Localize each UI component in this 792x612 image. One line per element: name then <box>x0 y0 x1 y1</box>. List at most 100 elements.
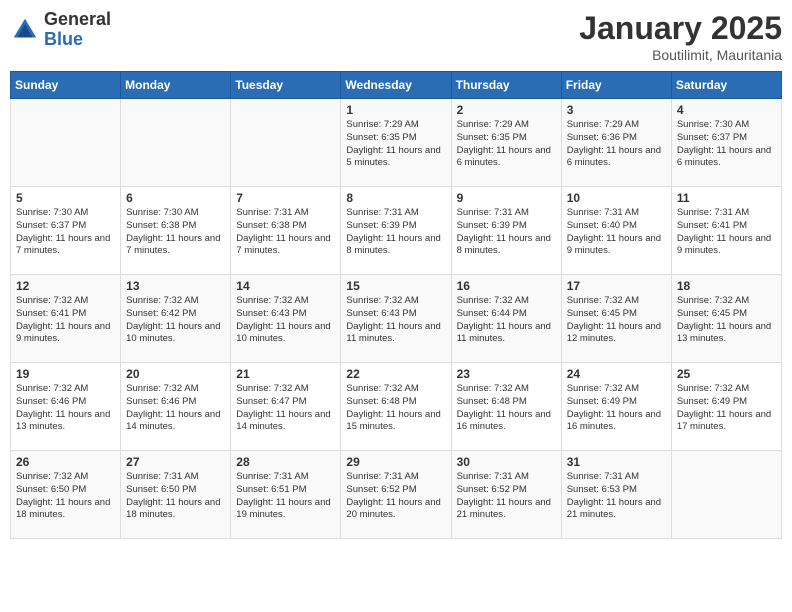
day-info: Sunrise: 7:32 AMSunset: 6:49 PMDaylight:… <box>677 383 776 434</box>
day-number: 25 <box>677 367 776 381</box>
day-cell: 3 Sunrise: 7:29 AMSunset: 6:36 PMDaylight… <box>561 99 671 187</box>
weekday-header-tuesday: Tuesday <box>231 72 341 99</box>
title-area: January 2025 Boutilimit, Mauritania <box>579 10 782 63</box>
day-info: Sunrise: 7:31 AMSunset: 6:50 PMDaylight:… <box>126 471 225 522</box>
day-cell: 27Sunrise: 7:31 AMSunset: 6:50 PMDayligh… <box>121 451 231 539</box>
day-number: 31 <box>567 455 666 469</box>
day-info: Sunrise: 7:30 AMSunset: 6:37 PMDaylight:… <box>16 207 115 258</box>
day-cell <box>671 451 781 539</box>
day-cell: 5 Sunrise: 7:30 AMSunset: 6:37 PMDaylight… <box>11 187 121 275</box>
weekday-header-monday: Monday <box>121 72 231 99</box>
day-number: 10 <box>567 191 666 205</box>
day-cell: 25 Sunrise: 7:32 AMSunset: 6:49 PMDayligh… <box>671 363 781 451</box>
day-cell <box>11 99 121 187</box>
day-info: Sunrise: 7:32 AMSunset: 6:43 PMDaylight:… <box>236 295 335 346</box>
day-cell: 13 Sunrise: 7:32 AMSunset: 6:42 PMDayligh… <box>121 275 231 363</box>
day-info: Sunrise: 7:32 AMSunset: 6:46 PMDaylight:… <box>16 383 115 434</box>
day-info: Sunrise: 7:32 AMSunset: 6:42 PMDaylight:… <box>126 295 225 346</box>
day-info: Sunrise: 7:32 AMSunset: 6:46 PMDaylight:… <box>126 383 225 434</box>
day-number: 17 <box>567 279 666 293</box>
day-cell: 14 Sunrise: 7:32 AMSunset: 6:43 PMDayligh… <box>231 275 341 363</box>
day-cell: 31Sunrise: 7:31 AMSunset: 6:53 PMDayligh… <box>561 451 671 539</box>
week-row-3: 12 Sunrise: 7:32 AMSunset: 6:41 PMDayligh… <box>11 275 782 363</box>
day-cell: 7Sunrise: 7:31 AMSunset: 6:38 PMDaylight… <box>231 187 341 275</box>
month-title: January 2025 <box>579 10 782 47</box>
day-info: Sunrise: 7:32 AMSunset: 6:43 PMDaylight:… <box>346 295 445 346</box>
day-info: Sunrise: 7:32 AMSunset: 6:45 PMDaylight:… <box>677 295 776 346</box>
day-cell: 21 Sunrise: 7:32 AMSunset: 6:47 PMDayligh… <box>231 363 341 451</box>
weekday-header-sunday: Sunday <box>11 72 121 99</box>
day-cell: 6 Sunrise: 7:30 AMSunset: 6:38 PMDaylight… <box>121 187 231 275</box>
day-number: 2 <box>457 103 556 117</box>
day-number: 8 <box>346 191 445 205</box>
day-info: Sunrise: 7:31 AMSunset: 6:40 PMDaylight:… <box>567 207 666 258</box>
day-info: Sunrise: 7:32 AMSunset: 6:49 PMDaylight:… <box>567 383 666 434</box>
day-number: 21 <box>236 367 335 381</box>
weekday-header-wednesday: Wednesday <box>341 72 451 99</box>
day-number: 20 <box>126 367 225 381</box>
day-cell: 18 Sunrise: 7:32 AMSunset: 6:45 PMDayligh… <box>671 275 781 363</box>
calendar-table: SundayMondayTuesdayWednesdayThursdayFrid… <box>10 71 782 539</box>
day-number: 5 <box>16 191 115 205</box>
day-info: Sunrise: 7:31 AMSunset: 6:41 PMDaylight:… <box>677 207 776 258</box>
day-info: Sunrise: 7:31 AMSunset: 6:52 PMDaylight:… <box>346 471 445 522</box>
day-number: 28 <box>236 455 335 469</box>
day-cell: 8Sunrise: 7:31 AMSunset: 6:39 PMDaylight… <box>341 187 451 275</box>
logo-icon <box>10 15 40 45</box>
logo-text: General Blue <box>44 10 111 50</box>
weekday-header-friday: Friday <box>561 72 671 99</box>
day-info: Sunrise: 7:31 AMSunset: 6:51 PMDaylight:… <box>236 471 335 522</box>
day-info: Sunrise: 7:30 AMSunset: 6:38 PMDaylight:… <box>126 207 225 258</box>
day-number: 11 <box>677 191 776 205</box>
logo-general: General <box>44 10 111 30</box>
day-cell: 10 Sunrise: 7:31 AMSunset: 6:40 PMDayligh… <box>561 187 671 275</box>
week-row-1: 1 Sunrise: 7:29 AMSunset: 6:35 PMDaylight… <box>11 99 782 187</box>
day-info: Sunrise: 7:32 AMSunset: 6:44 PMDaylight:… <box>457 295 556 346</box>
day-cell: 17Sunrise: 7:32 AMSunset: 6:45 PMDayligh… <box>561 275 671 363</box>
day-cell: 30 Sunrise: 7:31 AMSunset: 6:52 PMDayligh… <box>451 451 561 539</box>
day-info: Sunrise: 7:32 AMSunset: 6:47 PMDaylight:… <box>236 383 335 434</box>
day-cell <box>231 99 341 187</box>
page-header: General Blue January 2025 Boutilimit, Ma… <box>10 10 782 63</box>
logo: General Blue <box>10 10 111 50</box>
day-cell <box>121 99 231 187</box>
day-cell: 24 Sunrise: 7:32 AMSunset: 6:49 PMDayligh… <box>561 363 671 451</box>
day-info: Sunrise: 7:29 AMSunset: 6:35 PMDaylight:… <box>346 119 445 170</box>
day-number: 22 <box>346 367 445 381</box>
day-info: Sunrise: 7:32 AMSunset: 6:48 PMDaylight:… <box>457 383 556 434</box>
location: Boutilimit, Mauritania <box>579 47 782 63</box>
day-number: 24 <box>567 367 666 381</box>
day-number: 3 <box>567 103 666 117</box>
day-info: Sunrise: 7:29 AMSunset: 6:35 PMDaylight:… <box>457 119 556 170</box>
day-number: 19 <box>16 367 115 381</box>
day-number: 18 <box>677 279 776 293</box>
day-number: 30 <box>457 455 556 469</box>
weekday-header-thursday: Thursday <box>451 72 561 99</box>
weekday-header-row: SundayMondayTuesdayWednesdayThursdayFrid… <box>11 72 782 99</box>
day-info: Sunrise: 7:29 AMSunset: 6:36 PMDaylight:… <box>567 119 666 170</box>
day-number: 4 <box>677 103 776 117</box>
day-cell: 9Sunrise: 7:31 AMSunset: 6:39 PMDaylight… <box>451 187 561 275</box>
day-number: 6 <box>126 191 225 205</box>
week-row-4: 19 Sunrise: 7:32 AMSunset: 6:46 PMDayligh… <box>11 363 782 451</box>
day-cell: 16Sunrise: 7:32 AMSunset: 6:44 PMDayligh… <box>451 275 561 363</box>
day-cell: 1 Sunrise: 7:29 AMSunset: 6:35 PMDaylight… <box>341 99 451 187</box>
day-info: Sunrise: 7:32 AMSunset: 6:48 PMDaylight:… <box>346 383 445 434</box>
day-number: 9 <box>457 191 556 205</box>
day-cell: 28 Sunrise: 7:31 AMSunset: 6:51 PMDayligh… <box>231 451 341 539</box>
week-row-5: 26Sunrise: 7:32 AMSunset: 6:50 PMDayligh… <box>11 451 782 539</box>
day-number: 14 <box>236 279 335 293</box>
day-info: Sunrise: 7:31 AMSunset: 6:52 PMDaylight:… <box>457 471 556 522</box>
day-info: Sunrise: 7:31 AMSunset: 6:38 PMDaylight:… <box>236 207 335 258</box>
day-cell: 26Sunrise: 7:32 AMSunset: 6:50 PMDayligh… <box>11 451 121 539</box>
day-info: Sunrise: 7:32 AMSunset: 6:41 PMDaylight:… <box>16 295 115 346</box>
day-number: 29 <box>346 455 445 469</box>
day-cell: 12 Sunrise: 7:32 AMSunset: 6:41 PMDayligh… <box>11 275 121 363</box>
day-number: 1 <box>346 103 445 117</box>
day-number: 12 <box>16 279 115 293</box>
day-cell: 4Sunrise: 7:30 AMSunset: 6:37 PMDaylight… <box>671 99 781 187</box>
day-number: 13 <box>126 279 225 293</box>
day-cell: 22 Sunrise: 7:32 AMSunset: 6:48 PMDayligh… <box>341 363 451 451</box>
day-number: 23 <box>457 367 556 381</box>
day-number: 15 <box>346 279 445 293</box>
